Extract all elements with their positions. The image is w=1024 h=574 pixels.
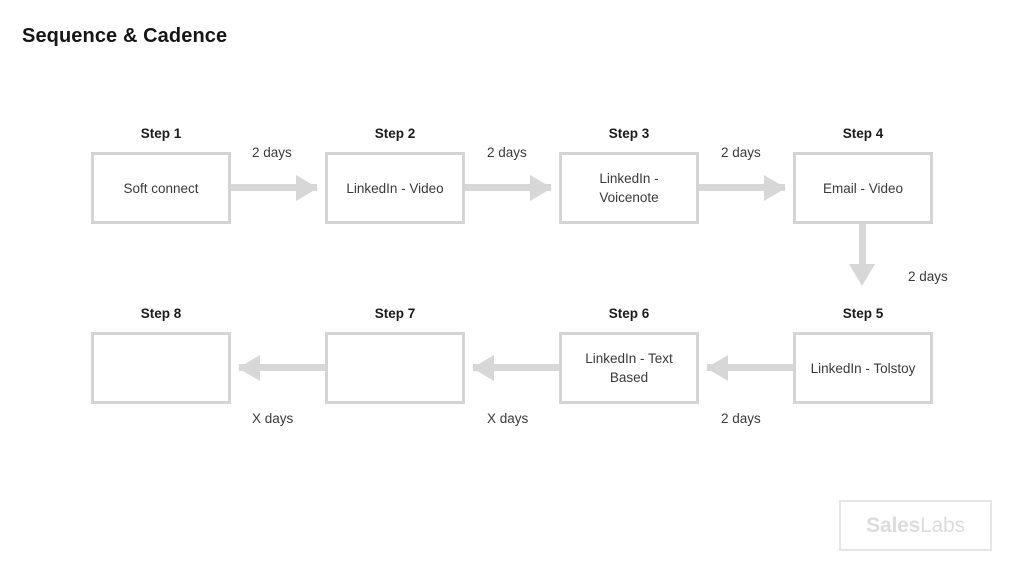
connector-arrow-1-2 [296,175,318,201]
step-label-1: Step 1 [140,126,182,141]
connector-arrow-7-8 [238,355,260,381]
step-label-7: Step 7 [374,306,416,321]
step-content-2: LinkedIn - Video [346,180,444,196]
delay-label-2-3: 2 days [487,145,527,160]
watermark-logo: SalesLabs [839,500,992,551]
step-box-3[interactable]: LinkedIn - Voicenote [559,152,699,224]
connector-arrow-2-3 [530,175,552,201]
step-label-5: Step 5 [842,306,884,321]
watermark-text: SalesLabs [866,514,965,538]
step-content-4: Email - Video [822,180,904,196]
page-title: Sequence & Cadence [22,25,228,47]
step-box-6[interactable]: LinkedIn - Text Based [559,332,699,404]
diagram-canvas: Sequence & Cadence Step 1 Soft connect 2… [0,0,1024,574]
step-box-1[interactable]: Soft connect [91,152,231,224]
connector-arrow-5-6 [706,355,728,381]
watermark-bold-part: Sales [866,513,921,537]
delay-label-7-8: X days [252,411,294,426]
step-content-6: LinkedIn - Text Based [585,351,673,385]
connector-arrow-4-5 [849,264,875,286]
step-content-5: LinkedIn - Tolstoy [810,360,916,376]
delay-label-3-4: 2 days [721,145,761,160]
step-box-8[interactable] [91,332,231,404]
step-content-3: LinkedIn - Voicenote [599,171,659,205]
delay-label-5-6: 2 days [721,411,761,426]
step-box-5[interactable]: LinkedIn - Tolstoy [793,332,933,404]
step-label-8: Step 8 [140,306,182,321]
step-label-4: Step 4 [842,126,884,141]
step-label-6: Step 6 [608,306,650,321]
connector-arrow-3-4 [764,175,786,201]
step-content-1: Soft connect [123,180,199,196]
delay-label-1-2: 2 days [252,145,292,160]
delay-label-6-7: X days [487,411,529,426]
watermark-regular-part: Labs [920,513,965,537]
step-box-2[interactable]: LinkedIn - Video [325,152,465,224]
connector-arrow-6-7 [472,355,494,381]
step-label-2: Step 2 [374,126,416,141]
step-box-4[interactable]: Email - Video [793,152,933,224]
step-label-3: Step 3 [608,126,650,141]
delay-label-4-5: 2 days [908,269,948,284]
step-box-7[interactable] [325,332,465,404]
